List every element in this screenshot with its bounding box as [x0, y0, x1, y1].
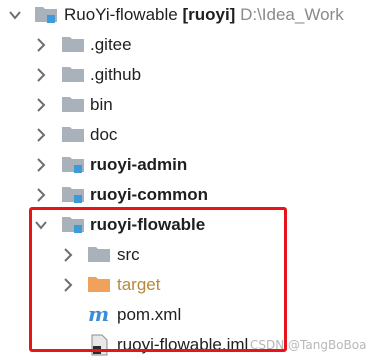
tree-item-label: .github: [90, 65, 142, 84]
tree-item-label: bin: [90, 95, 113, 114]
chevron-right-icon[interactable]: [34, 127, 48, 143]
tree-item-github[interactable]: .github: [0, 60, 383, 90]
root-module-tag: [ruoyi]: [182, 5, 236, 24]
chevron-right-icon[interactable]: [34, 157, 48, 173]
module-folder-icon: [35, 7, 57, 23]
root-path: D:\Idea_Work: [240, 5, 344, 24]
chevron-down-icon[interactable]: [8, 7, 22, 23]
tree-root[interactable]: RuoYi-flowable [ruoyi] D:\Idea_Work: [0, 0, 383, 30]
root-name: RuoYi-flowable: [64, 5, 178, 24]
watermark: CSDN @TangBoBoa: [250, 338, 367, 352]
tree-item-label: ruoyi-common: [90, 185, 209, 204]
chevron-right-icon[interactable]: [34, 67, 48, 83]
module-folder-icon: [62, 157, 84, 173]
highlight-box: [29, 207, 287, 352]
folder-icon: [62, 37, 84, 52]
tree-item-doc[interactable]: doc: [0, 120, 383, 150]
folder-icon: [62, 67, 84, 82]
chevron-right-icon[interactable]: [34, 187, 48, 203]
tree-item-bin[interactable]: bin: [0, 90, 383, 120]
tree-item-gitee[interactable]: .gitee: [0, 30, 383, 60]
chevron-right-icon[interactable]: [34, 37, 48, 53]
module-folder-icon: [62, 187, 84, 203]
tree-item-label: doc: [90, 125, 118, 144]
tree-item-ruoyi-admin[interactable]: ruoyi-admin: [0, 150, 383, 180]
tree-item-label: .gitee: [90, 35, 132, 54]
tree-item-ruoyi-common[interactable]: ruoyi-common: [0, 180, 383, 210]
folder-icon: [62, 97, 84, 112]
folder-icon: [62, 127, 84, 142]
tree-item-label: ruoyi-admin: [90, 155, 188, 174]
chevron-right-icon[interactable]: [34, 97, 48, 113]
